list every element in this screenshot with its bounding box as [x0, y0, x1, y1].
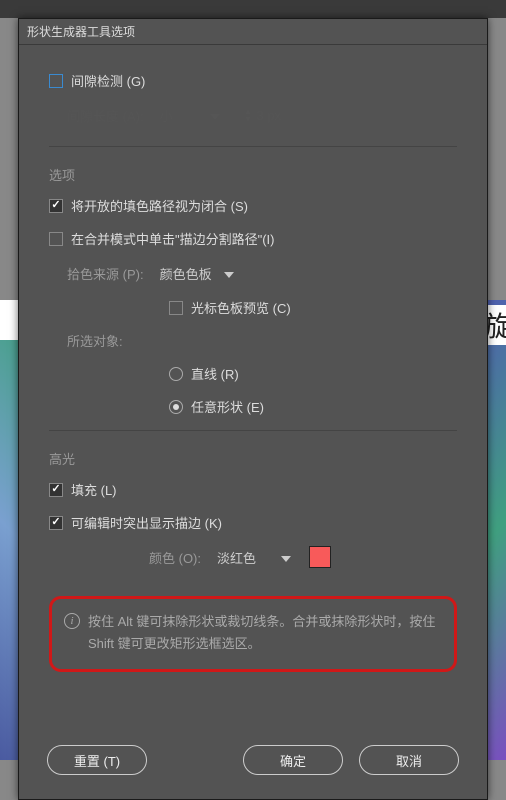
gap-length-value: 小 — [160, 106, 173, 125]
radio-line-label: 直线 (R) — [191, 364, 239, 383]
highlight-color-value: 淡红色 — [217, 548, 256, 567]
dialog-titlebar[interactable]: 形状生成器工具选项 — [19, 19, 487, 45]
gap-length-label: 间隙长度 (A): — [67, 106, 144, 125]
shape-builder-options-dialog: 形状生成器工具选项 间隙检测 (G) 间隙长度 (A): 小 ▲▼ 3 px 选… — [18, 18, 488, 800]
radio-line[interactable] — [169, 367, 183, 381]
info-icon: i — [64, 613, 80, 629]
radio-any-label: 任意形状 (E) — [191, 397, 264, 416]
pick-source-select[interactable]: 颜色色板 — [154, 262, 240, 284]
gap-detection-label: 间隙检测 (G) — [71, 71, 145, 90]
chevron-down-icon — [198, 108, 220, 123]
fill-checkbox[interactable] — [49, 483, 63, 497]
radio-any-shape[interactable] — [169, 400, 183, 414]
cursor-preview-checkbox[interactable] — [169, 301, 183, 315]
gap-length-px-value: 3 px — [256, 108, 281, 123]
chevron-down-icon — [212, 266, 234, 281]
cancel-button[interactable]: 取消 — [359, 745, 459, 775]
merge-stroke-checkbox[interactable] — [49, 232, 63, 246]
dialog-title: 形状生成器工具选项 — [27, 25, 135, 39]
selected-object-label: 所选对象: — [67, 331, 123, 350]
open-path-checkbox[interactable] — [49, 199, 63, 213]
highlight-color-label: 颜色 (O): — [149, 548, 201, 567]
ok-button[interactable]: 确定 — [243, 745, 343, 775]
chevron-down-icon — [269, 550, 291, 565]
info-box: i 按住 Alt 键可抹除形状或裁切线条。合并或抹除形状时，按住 Shift 键… — [49, 596, 457, 672]
reset-button[interactable]: 重置 (T) — [47, 745, 147, 775]
stepper-arrows-icon: ▲▼ — [244, 107, 253, 123]
highlight-color-swatch[interactable] — [309, 546, 331, 568]
highlight-section-title: 高光 — [49, 449, 457, 468]
open-path-label: 将开放的填色路径视为闭合 (S) — [71, 196, 248, 215]
info-text: 按住 Alt 键可抹除形状或裁切线条。合并或抹除形状时，按住 Shift 键可更… — [88, 611, 442, 655]
highlight-color-select[interactable]: 淡红色 — [211, 546, 297, 568]
divider — [49, 430, 457, 431]
pick-source-label: 拾色来源 (P): — [67, 264, 144, 283]
editable-highlight-checkbox[interactable] — [49, 516, 63, 530]
options-section-title: 选项 — [49, 165, 457, 184]
gap-detection-checkbox[interactable] — [49, 74, 63, 88]
cursor-preview-label: 光标色板预览 (C) — [191, 298, 291, 317]
editable-highlight-label: 可编辑时突出显示描边 (K) — [71, 513, 222, 532]
gap-length-select: 小 — [154, 104, 226, 126]
dialog-footer: 重置 (T) 确定 取消 — [19, 733, 487, 799]
fill-label: 填充 (L) — [71, 480, 117, 499]
merge-stroke-label: 在合并模式中单击"描边分割路径"(I) — [71, 229, 275, 248]
divider — [49, 146, 457, 147]
pick-source-value: 颜色色板 — [160, 264, 212, 283]
gap-length-px-input: ▲▼ 3 px — [238, 104, 298, 126]
